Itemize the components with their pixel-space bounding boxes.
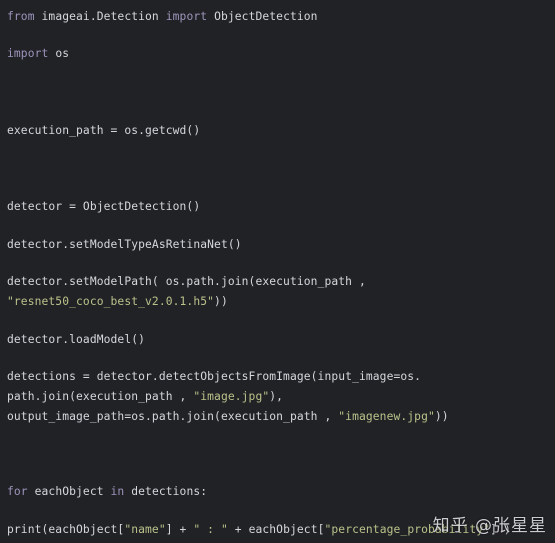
code-line: detector.setModelTypeAsRetinaNet()	[7, 237, 242, 252]
code-token-string: "resnet50_coco_best_v2.0.1.h5"	[7, 295, 215, 308]
code-token-plain: detections = detector.detectObjectsFromI…	[7, 370, 422, 383]
code-token-plain: detector.setModelPath( os.path.join(exec…	[7, 275, 366, 288]
code-line: for eachObject in detections:	[7, 484, 207, 499]
code-token-plain: ),	[269, 390, 284, 403]
code-line: detector.setModelPath( os.path.join(exec…	[7, 274, 366, 289]
code-token-plain: detector = ObjectDetection()	[7, 200, 201, 213]
code-token-string: "imagenew.jpg"	[338, 410, 435, 423]
code-line: path.join(execution_path , "image.jpg"),	[7, 389, 283, 404]
code-line: import os	[7, 46, 69, 61]
code-token-plain: ] +	[165, 523, 194, 536]
code-token-plain: + eachObject[	[227, 523, 325, 536]
code-line: detector = ObjectDetection()	[7, 199, 200, 214]
zhihu-watermark: 知乎 @张星星	[432, 516, 547, 536]
code-line: from imageai.Detection import ObjectDete…	[7, 9, 318, 24]
code-token-plain: print(eachObject[	[7, 523, 125, 536]
code-token-plain: ))	[434, 410, 449, 423]
code-editor-surface: from imageai.Detection import ObjectDete…	[0, 0, 555, 543]
code-token-string: " : "	[193, 523, 228, 536]
code-line: detections = detector.detectObjectsFromI…	[7, 369, 421, 384]
code-token-string: "name"	[124, 523, 166, 536]
code-line: output_image_path=os.path.join(execution…	[7, 409, 449, 424]
code-token-plain: execution_path = os.getcwd()	[7, 124, 201, 137]
code-line: execution_path = os.getcwd()	[7, 123, 200, 138]
code-token-plain: output_image_path=os.path.join(execution…	[7, 410, 339, 423]
code-token-keyword: in	[110, 485, 132, 498]
code-token-plain: detector.loadModel()	[7, 333, 146, 346]
code-line: detector.loadModel()	[7, 332, 145, 347]
code-token-plain: imageai.Detection	[41, 10, 166, 23]
code-token-plain: os	[55, 47, 70, 60]
code-line: "resnet50_coco_best_v2.0.1.h5"))	[7, 294, 228, 309]
code-token-plain: eachObject	[34, 485, 111, 498]
code-token-keyword: for	[7, 485, 35, 498]
code-token-keyword: import	[165, 10, 215, 23]
code-token-plain: detector.setModelTypeAsRetinaNet()	[7, 238, 242, 251]
code-token-string: "image.jpg"	[193, 390, 270, 403]
code-token-keyword: from	[7, 10, 42, 23]
code-token-plain: path.join(execution_path ,	[7, 390, 194, 403]
code-token-plain: ))	[214, 295, 228, 308]
code-token-plain: detections:	[131, 485, 208, 498]
code-token-keyword: import	[7, 47, 56, 60]
code-token-plain: ObjectDetection	[214, 10, 318, 23]
